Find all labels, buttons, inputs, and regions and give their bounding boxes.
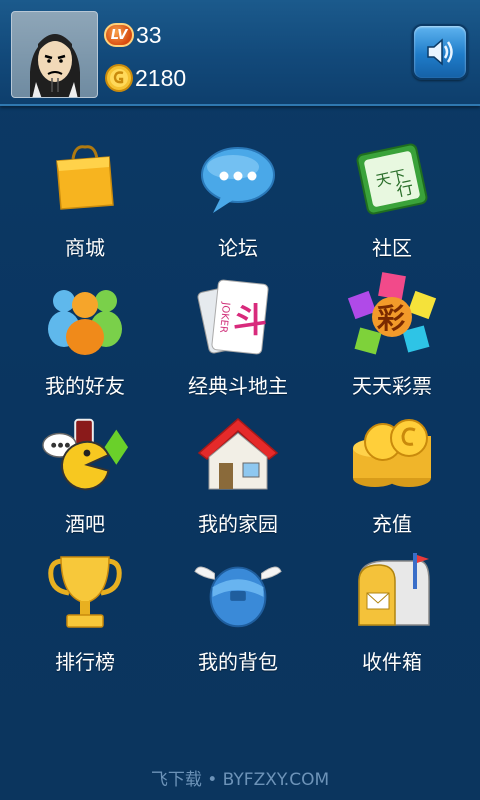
friends-icon — [48, 290, 122, 355]
poker-cards-icon: JOKER 斗 — [197, 279, 269, 355]
menu-item-forum[interactable]: 论坛 — [168, 134, 308, 264]
menu-item-landlord-game[interactable]: JOKER 斗 经典斗地主 — [168, 272, 308, 402]
watermark: 飞下载 • BYFZXY.COM — [150, 770, 330, 790]
lottery-icon-text: 彩 — [377, 302, 405, 335]
level-value: 33 — [136, 21, 162, 48]
community-icon: 天下 行 — [356, 143, 428, 215]
trophy-icon — [48, 556, 122, 628]
chat-bubble-icon — [201, 147, 275, 213]
menu-item-home[interactable]: 我的家园 — [168, 410, 308, 540]
mailbox-icon — [358, 553, 430, 626]
menu-item-label: 社区 — [372, 236, 412, 260]
menu-item-shop[interactable]: 商城 — [15, 134, 155, 264]
menu-item-label: 收件箱 — [362, 650, 422, 674]
level-badge-icon: LV — [104, 23, 134, 47]
menu-item-label: 酒吧 — [65, 512, 105, 536]
menu-item-community[interactable]: 天下 行 社区 — [322, 134, 462, 264]
menu-item-recharge[interactable]: 充值 — [322, 410, 462, 540]
menu-item-inbox[interactable]: 收件箱 — [322, 548, 462, 678]
menu-item-label: 我的好友 — [45, 374, 125, 398]
coins-icon — [353, 419, 431, 487]
profile-header: LV 33 2180 — [0, 0, 480, 106]
menu-item-label: 论坛 — [218, 236, 258, 260]
lottery-icon: 彩 — [347, 272, 437, 355]
bar-icon — [42, 418, 129, 491]
menu-item-label: 商城 — [65, 236, 105, 260]
home-icon — [197, 418, 279, 490]
menu-item-label: 天天彩票 — [352, 374, 432, 398]
menu-item-label: 经典斗地主 — [188, 374, 288, 398]
menu-item-bar[interactable]: 酒吧 — [15, 410, 155, 540]
sound-toggle-button[interactable] — [412, 24, 468, 80]
menu-item-label: 我的家园 — [198, 512, 278, 536]
level-indicator: LV 33 — [104, 20, 162, 50]
menu-item-backpack[interactable]: 我的背包 — [168, 548, 308, 678]
coin-value: 2180 — [135, 64, 187, 91]
menu-item-leaderboard[interactable]: 排行榜 — [15, 548, 155, 678]
gold-coin-icon — [105, 64, 133, 92]
menu-item-label: 我的背包 — [198, 650, 278, 674]
avatar-portrait-icon — [30, 34, 80, 97]
shopping-bag-icon — [56, 145, 114, 210]
menu-item-friends[interactable]: 我的好友 — [15, 272, 155, 402]
menu-item-label: 排行榜 — [55, 650, 115, 674]
backpack-icon — [194, 566, 282, 628]
coin-indicator: 2180 — [104, 62, 186, 94]
avatar[interactable] — [11, 11, 98, 98]
menu-item-label: 充值 — [372, 512, 412, 536]
poker-icon-text: 斗 — [233, 301, 267, 341]
menu-item-lottery[interactable]: 彩 天天彩票 — [322, 272, 462, 402]
speaker-icon — [427, 38, 453, 66]
